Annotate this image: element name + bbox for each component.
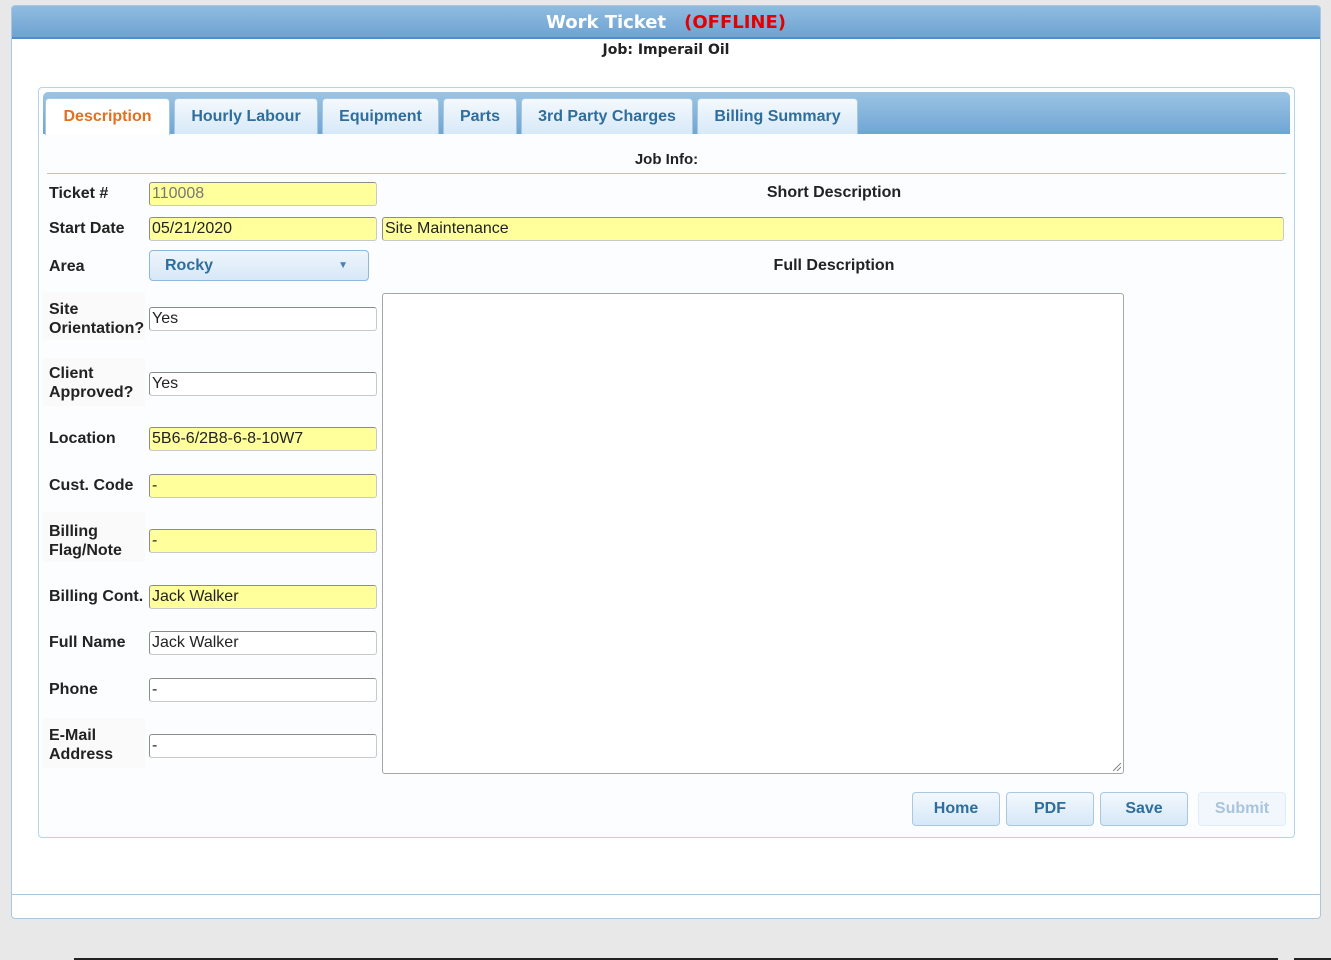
tab-billing-summary[interactable]: Billing Summary — [697, 98, 858, 134]
save-button[interactable]: Save — [1100, 792, 1188, 826]
tab-equipment[interactable]: Equipment — [322, 98, 439, 134]
email-label: E-Mail Address — [49, 727, 114, 763]
tab-description[interactable]: Description — [45, 98, 170, 135]
offline-status: (OFFLINE) — [684, 12, 786, 33]
title-bar: Work Ticket (OFFLINE) — [12, 6, 1320, 39]
tab-3rd-party-charges[interactable]: 3rd Party Charges — [521, 98, 693, 134]
submit-button[interactable]: Submit — [1198, 792, 1286, 826]
resize-handle-icon[interactable] — [1113, 763, 1121, 771]
section-title: Job Info: — [47, 151, 1286, 174]
short-description-field[interactable]: Site Maintenance — [382, 217, 1284, 241]
cust-code-label: Cust. Code — [49, 477, 134, 494]
start-date-label: Start Date — [49, 220, 125, 237]
tab-hourly-labour[interactable]: Hourly Labour — [174, 98, 318, 134]
footer-divider — [12, 894, 1320, 895]
ticket-number-field[interactable]: 110008 — [149, 182, 377, 206]
location-label: Location — [49, 430, 116, 447]
pdf-button[interactable]: PDF — [1006, 792, 1094, 826]
phone-label: Phone — [49, 681, 98, 698]
billing-contact-field[interactable]: Jack Walker — [149, 585, 377, 609]
area-selected-value: Rocky — [165, 257, 214, 274]
tab-parts[interactable]: Parts — [443, 98, 517, 134]
area-label: Area — [49, 258, 85, 275]
phone-field[interactable]: - — [149, 678, 377, 702]
cust-code-field[interactable]: - — [149, 474, 377, 498]
full-name-field[interactable]: Jack Walker — [149, 631, 377, 655]
email-field[interactable]: - — [149, 734, 377, 758]
client-approved-label: Client Approved? — [49, 365, 134, 401]
full-name-label: Full Name — [49, 634, 126, 651]
job-name: Job: Imperail Oil — [602, 42, 730, 58]
full-description-textarea[interactable] — [382, 293, 1124, 774]
billing-contact-label: Billing Cont. — [49, 588, 144, 605]
work-ticket-window: Work Ticket (OFFLINE) Job: Imperail Oil D… — [11, 5, 1321, 919]
billing-flag-field[interactable]: - — [149, 529, 377, 553]
area-select[interactable]: Rocky ▼ — [149, 250, 369, 281]
full-description-label: Full Description — [773, 257, 895, 274]
tab-bar: Description Hourly Labour Equipment Part… — [43, 92, 1290, 135]
job-info-panel: Description Hourly Labour Equipment Part… — [38, 87, 1295, 838]
window-title: Work Ticket — [546, 12, 667, 33]
site-orientation-label: Site Orientation? — [49, 301, 145, 337]
start-date-field[interactable]: 05/21/2020 — [149, 217, 377, 241]
client-approved-field[interactable]: Yes — [149, 372, 377, 396]
billing-flag-label: Billing Flag/Note — [49, 523, 122, 559]
chevron-down-icon: ▼ — [338, 260, 348, 271]
site-orientation-field[interactable]: Yes — [149, 307, 377, 331]
home-button[interactable]: Home — [912, 792, 1000, 826]
ticket-label: Ticket # — [49, 185, 109, 202]
short-description-label: Short Description — [766, 184, 902, 201]
location-field[interactable]: 5B6-6/2B8-6-8-10W7 — [149, 427, 377, 451]
